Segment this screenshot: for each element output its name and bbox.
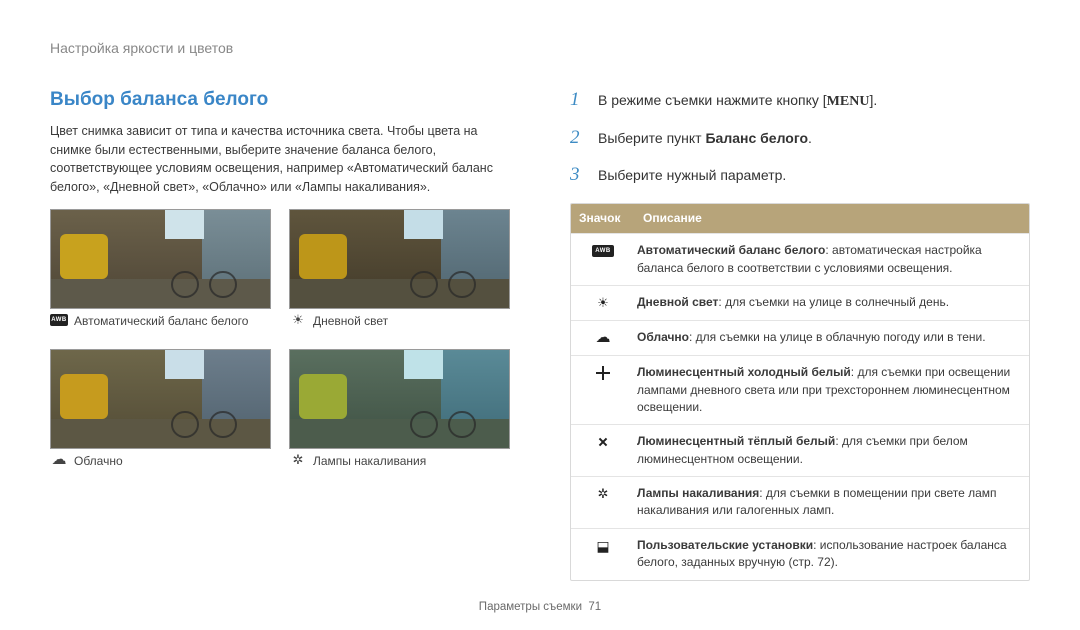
thumb-label: Лампы накаливания [313,453,426,470]
awb-icon: AWB [590,242,616,260]
step-1: 1 В режиме съемки нажмите кнопку [MENU]. [570,86,1030,114]
table-row: Пользовательские установки: использовани… [571,528,1029,580]
footer-section: Параметры съемки [479,601,582,613]
thumb-caption: AWB Автоматический баланс белого [50,313,271,330]
right-column: 1 В режиме съемки нажмите кнопку [MENU].… [570,86,1030,580]
tungsten-icon [590,485,616,503]
row-desc: Люминесцентный тёплый белый: для съемки … [635,425,1029,476]
table-row: Дневной свет: для съемки на улице в солн… [571,285,1029,320]
tungsten-icon [289,453,307,467]
row-desc: Лампы накаливания: для съемки в помещени… [635,477,1029,528]
thumb-image [289,349,510,449]
thumb-awb: AWB Автоматический баланс белого [50,209,271,331]
thumb-caption: Облачно [50,453,271,470]
row-desc: Люминесцентный холодный белый: для съемк… [635,356,1029,424]
step-list: 1 В режиме съемки нажмите кнопку [MENU].… [570,86,1030,189]
chapter-header: Настройка яркости и цветов [50,38,1030,58]
step-number: 2 [570,124,586,152]
thumb-image [50,209,271,309]
step-number: 3 [570,161,586,189]
icon-description-table: Значок Описание AWB Автоматический балан… [570,203,1030,581]
step-text: Выберите нужный параметр. [598,165,786,185]
thumb-cloudy: Облачно [50,349,271,471]
row-desc: Пользовательские установки: использовани… [635,529,1029,580]
thumb-label: Облачно [74,453,123,470]
row-desc: Облачно: для съемки на улице в облачную … [635,321,1029,354]
page-footer: Параметры съемки 71 [0,599,1080,616]
preset-icon [590,537,616,555]
cloud-icon [50,453,68,467]
menu-keyword: MENU [827,94,870,109]
thumb-label: Дневной свет [313,313,388,330]
thumbnail-grid: AWB Автоматический баланс белого Дневной… [50,209,510,471]
thumb-image [50,349,271,449]
thumb-label: Автоматический баланс белого [74,313,248,330]
sun-icon [289,313,307,327]
table-row: Люминесцентный холодный белый: для съемк… [571,355,1029,424]
thumb-caption: Дневной свет [289,313,510,330]
row-desc: Автоматический баланс белого: автоматиче… [635,234,1029,285]
table-header: Значок Описание [571,204,1029,233]
two-column-layout: Выбор баланса белого Цвет снимка зависит… [50,86,1030,580]
thumb-image [289,209,510,309]
intro-paragraph: Цвет снимка зависит от типа и качества и… [50,122,510,197]
table-row: Лампы накаливания: для съемки в помещени… [571,476,1029,528]
table-row: Облачно: для съемки на улице в облачную … [571,320,1029,355]
section-title: Выбор баланса белого [50,86,510,114]
left-column: Выбор баланса белого Цвет снимка зависит… [50,86,510,580]
fluorescent-warm-icon [590,433,616,451]
th-icon: Значок [571,204,635,233]
step-2: 2 Выберите пункт Баланс белого. [570,124,1030,152]
step-text: Выберите пункт Баланс белого. [598,128,812,148]
thumb-tungsten: Лампы накаливания [289,349,510,471]
footer-page-number: 71 [588,601,601,613]
step-text: В режиме съемки нажмите кнопку [MENU]. [598,90,877,112]
row-desc: Дневной свет: для съемки на улице в солн… [635,286,1029,319]
th-desc: Описание [635,204,1029,233]
table-row: Люминесцентный тёплый белый: для съемки … [571,424,1029,476]
thumb-daylight: Дневной свет [289,209,510,331]
awb-icon: AWB [50,313,68,327]
step-3: 3 Выберите нужный параметр. [570,161,1030,189]
table-row: AWB Автоматический баланс белого: автома… [571,233,1029,285]
step-number: 1 [570,86,586,114]
fluorescent-cold-icon [590,364,616,382]
thumb-caption: Лампы накаливания [289,453,510,470]
sun-icon [590,294,616,312]
cloud-icon [590,329,616,347]
